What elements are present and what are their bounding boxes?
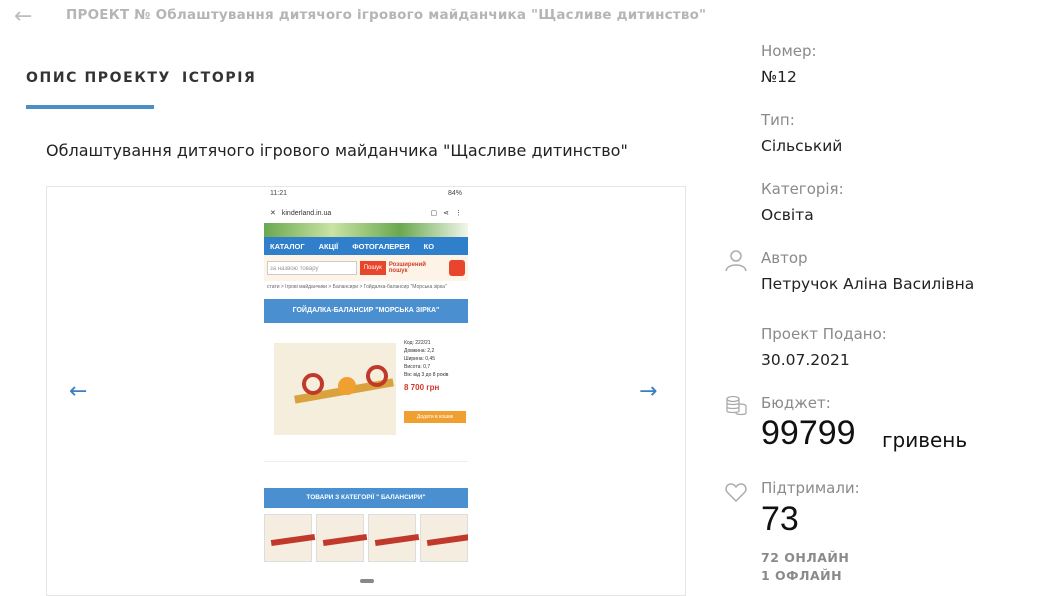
offline-count: 1 ОФЛАЙН bbox=[761, 568, 843, 583]
category-value: Освіта bbox=[761, 206, 814, 224]
thumbnail bbox=[316, 514, 368, 562]
status-battery: 84% bbox=[447, 190, 462, 197]
divider bbox=[264, 461, 468, 482]
online-count: 72 ОНЛАЙН bbox=[761, 550, 850, 565]
site-extended-search: Розширений пошук bbox=[388, 262, 426, 274]
submitted-label: Проект Подано: bbox=[761, 325, 887, 343]
bookmark-icon: ▢ bbox=[430, 210, 438, 217]
supported-value: 73 bbox=[761, 500, 799, 538]
supported-label: Підтримали: bbox=[761, 479, 860, 497]
budget-unit: гривень bbox=[882, 428, 968, 452]
category-title: ТОВАРИ З КАТЕГОРІЇ " БАЛАНСИРИ" bbox=[264, 488, 468, 508]
share-icon: ⋖ bbox=[443, 210, 449, 217]
browser-url-bar: ✕ kinderland.in.ua ▢ ⋖ ⋮ bbox=[264, 203, 468, 223]
spec-line: Ширина: 0,45 bbox=[404, 356, 436, 362]
number-label: Номер: bbox=[761, 42, 817, 60]
product-photo bbox=[274, 343, 396, 435]
site-nav: КАТАЛОГ АКЦІЇ ФОТОГАЛЕРЕЯ КО bbox=[264, 237, 468, 255]
project-description: Облаштування дитячого ігрового майданчик… bbox=[46, 141, 628, 160]
close-icon: ✕ bbox=[270, 210, 276, 217]
budget-value: 99799 bbox=[761, 414, 856, 452]
breadcrumb: ПРОЕКТ № Облаштування дитячого ігрового … bbox=[66, 7, 707, 23]
site-nav-item: ФОТОГАЛЕРЕЯ bbox=[352, 241, 410, 251]
top-bar: ← ПРОЕКТ № Облаштування дитячого ігровог… bbox=[0, 0, 706, 32]
active-tab-indicator bbox=[26, 105, 154, 109]
number-value: №12 bbox=[761, 68, 797, 86]
thumbnail bbox=[420, 514, 468, 562]
site-search-row: за назвою товару Пошук Розширений пошук bbox=[264, 255, 468, 281]
browser-url: kinderland.in.ua bbox=[281, 209, 332, 217]
category-thumbnails bbox=[264, 508, 468, 562]
back-arrow-icon[interactable]: ← bbox=[14, 4, 32, 29]
add-to-cart-button: Додати в кошик bbox=[404, 411, 466, 423]
more-icon: ⋮ bbox=[455, 210, 462, 217]
product-specs: Код: 222/21 Довжина: 2,2 Ширина: 0,45 Ви… bbox=[404, 339, 448, 379]
tab-history[interactable]: ІСТОРІЯ bbox=[182, 70, 256, 86]
spec-line: Висота: 0,7 bbox=[404, 364, 431, 370]
category-label: Категорія: bbox=[761, 180, 844, 198]
spec-line: Довжина: 2,2 bbox=[404, 348, 435, 354]
site-banner bbox=[264, 223, 468, 237]
thumbnail bbox=[264, 514, 316, 562]
submitted-value: 30.07.2021 bbox=[761, 351, 850, 369]
status-time: 11:21 bbox=[270, 190, 287, 197]
product-title: ГОЙДАЛКА-БАЛАНСИР "МОРСЬКА ЗІРКА" bbox=[264, 299, 468, 323]
next-arrow-icon[interactable]: → bbox=[639, 379, 657, 404]
seesaw-seat bbox=[302, 373, 324, 395]
spec-line: Вік: від 3 до 8 років bbox=[404, 372, 449, 378]
site-nav-item: КАТАЛОГ bbox=[270, 241, 305, 251]
image-gallery: ← → 11:21 84% ✕ kinderland.in.ua ▢ ⋖ ⋮ К… bbox=[46, 186, 686, 596]
spec-line: Код: 222/21 bbox=[404, 340, 431, 346]
product-block: Код: 222/21 Довжина: 2,2 Ширина: 0,45 Ви… bbox=[264, 335, 468, 445]
prev-arrow-icon[interactable]: ← bbox=[69, 379, 87, 404]
heart-icon[interactable] bbox=[724, 480, 748, 504]
budget-label: Бюджет: bbox=[761, 394, 831, 412]
type-value: Сільський bbox=[761, 137, 843, 155]
star-figure bbox=[338, 377, 356, 395]
author-value: Петручок Аліна Василівна bbox=[761, 275, 975, 293]
product-price: 8 700 грн bbox=[404, 383, 440, 392]
cart-icon bbox=[449, 260, 465, 276]
site-search-box: за назвою товару bbox=[267, 261, 357, 275]
site-nav-item: КО bbox=[423, 241, 435, 251]
type-label: Тип: bbox=[761, 111, 795, 129]
home-indicator bbox=[360, 579, 374, 583]
coins-icon bbox=[726, 395, 747, 416]
author-label: Автор bbox=[761, 249, 808, 267]
seesaw-seat bbox=[366, 365, 388, 387]
thumbnail bbox=[368, 514, 420, 562]
phone-status-bar: 11:21 84% bbox=[264, 187, 468, 203]
tab-description[interactable]: ОПИС ПРОЕКТУ bbox=[26, 70, 171, 86]
user-icon bbox=[725, 250, 747, 272]
site-breadcrumb: стати > Ігрові майданчики > Балансири > … bbox=[267, 284, 447, 290]
site-search-button: Пошук bbox=[359, 261, 386, 275]
site-nav-item: АКЦІЇ bbox=[318, 241, 339, 251]
gallery-image: 11:21 84% ✕ kinderland.in.ua ▢ ⋖ ⋮ КАТАЛ… bbox=[264, 187, 468, 595]
